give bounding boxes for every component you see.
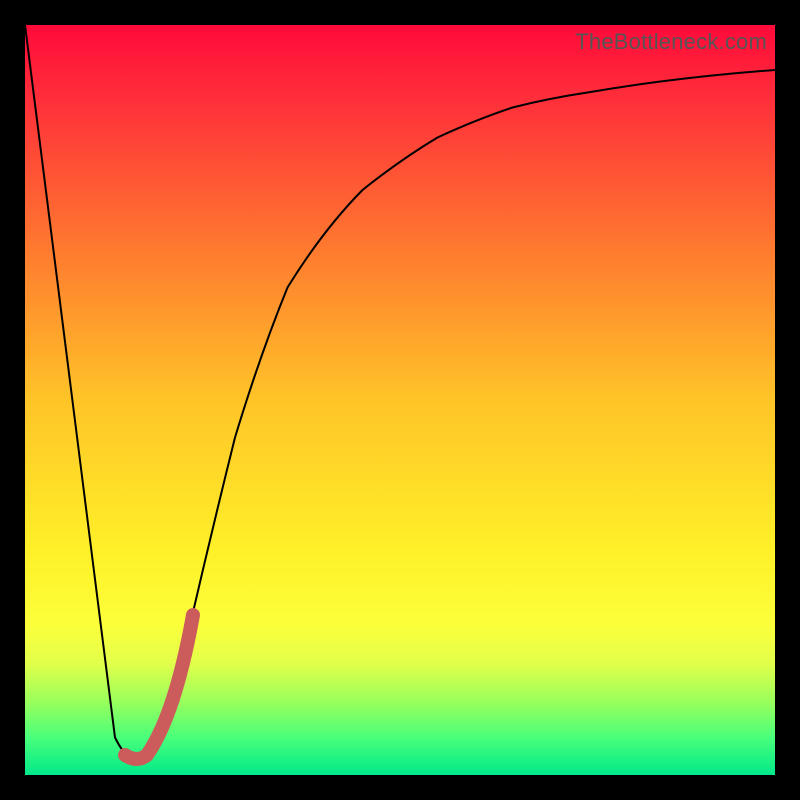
- chart-frame: TheBottleneck.com: [0, 0, 800, 800]
- plot-area: TheBottleneck.com: [25, 25, 775, 775]
- highlight-segment: [125, 615, 193, 759]
- bottleneck-curve: [25, 25, 775, 760]
- curve-layer: [25, 25, 775, 775]
